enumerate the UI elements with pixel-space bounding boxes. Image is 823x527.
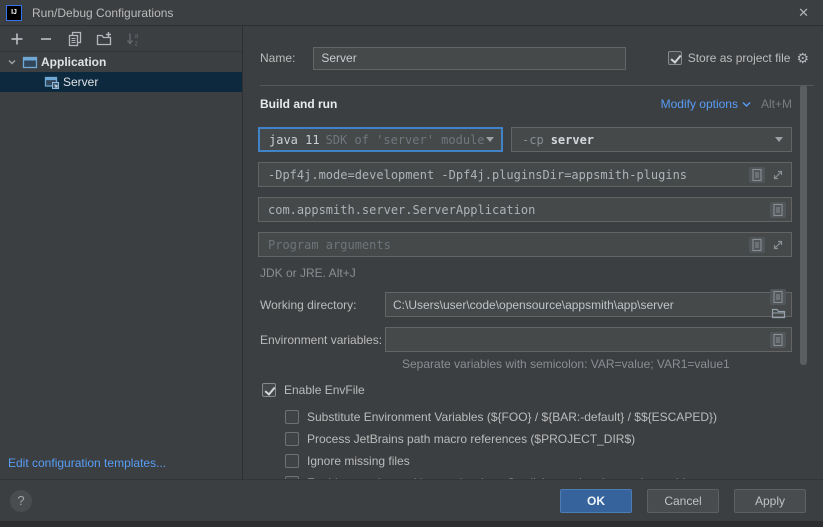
help-button[interactable]: ? [10, 490, 32, 512]
application-icon [22, 54, 38, 70]
ok-button[interactable]: OK [560, 489, 632, 513]
experimental-integration-row: Enable experimental integration (e.g. Gr… [285, 474, 692, 479]
store-as-project-file-group: Store as project file ⚙ [668, 50, 809, 67]
combo-arrow-icon[interactable] [486, 137, 494, 142]
copy-configuration-icon[interactable] [67, 31, 83, 47]
jdk-combobox-hint: SDK of 'server' module [326, 133, 485, 147]
configurations-tree: Application Server [0, 52, 242, 92]
tree-item-server[interactable]: Server [0, 72, 242, 92]
program-arguments-input[interactable] [268, 238, 743, 252]
path-macro-label: Process JetBrains path macro references … [307, 432, 635, 446]
substitute-env-vars-row: Substitute Environment Variables (${FOO}… [285, 408, 717, 426]
main-class-field [258, 197, 792, 222]
path-macro-row: Process JetBrains path macro references … [285, 430, 635, 448]
jdk-and-classpath-row: java 11 SDK of 'server' module -cp serve… [258, 127, 792, 152]
vm-options-input[interactable] [268, 168, 743, 182]
svg-text:z: z [135, 40, 139, 47]
dialog-title: Run/Debug Configurations [32, 6, 173, 20]
jdk-hint: JDK or JRE. Alt+J [260, 266, 356, 280]
main-class-input[interactable] [268, 203, 764, 217]
classpath-prefix: -cp [522, 133, 544, 147]
tree-group-application[interactable]: Application [0, 52, 242, 72]
environment-variables-hint: Separate variables with semicolon: VAR=v… [402, 357, 730, 371]
tree-item-label: Server [63, 75, 98, 89]
configurations-sidebar: a z Application [0, 26, 243, 479]
section-title: Build and run [260, 97, 337, 111]
program-arguments-field [258, 232, 792, 257]
cancel-button[interactable]: Cancel [647, 489, 719, 513]
path-macro-checkbox[interactable] [285, 432, 299, 446]
application-run-config-icon [44, 74, 60, 90]
section-separator [260, 85, 814, 86]
name-row: Name: Store as project file ⚙ [260, 46, 809, 70]
classpath-value: server [551, 133, 594, 147]
ignore-missing-files-checkbox[interactable] [285, 454, 299, 468]
intellij-logo-icon: IJ [6, 5, 22, 21]
add-icon[interactable] [9, 31, 25, 47]
experimental-integration-checkbox[interactable] [285, 476, 299, 479]
working-directory-input[interactable] [393, 298, 770, 312]
dialog-titlebar: IJ Run/Debug Configurations ✕ [0, 0, 823, 26]
experimental-integration-label: Enable experimental integration (e.g. Gr… [307, 476, 692, 479]
working-directory-label: Working directory: [260, 298, 385, 312]
ignore-missing-files-label: Ignore missing files [307, 454, 410, 468]
combo-arrow-icon[interactable] [775, 137, 783, 142]
browse-class-icon[interactable] [770, 202, 786, 218]
store-as-project-file-checkbox[interactable] [668, 51, 682, 65]
enable-envfile-label: Enable EnvFile [284, 383, 365, 397]
jdk-combobox[interactable]: java 11 SDK of 'server' module [258, 127, 503, 152]
insert-macros-icon[interactable] [770, 289, 786, 305]
close-icon[interactable]: ✕ [794, 4, 813, 21]
tree-group-label: Application [41, 55, 106, 69]
background-strip [0, 521, 823, 527]
insert-macros-icon[interactable] [749, 237, 765, 253]
substitute-env-vars-label: Substitute Environment Variables (${FOO}… [307, 410, 717, 424]
store-as-project-file-label: Store as project file [688, 51, 791, 65]
enable-envfile-checkbox[interactable] [262, 383, 276, 397]
dialog-footer: ? OK Cancel Apply [0, 479, 823, 521]
remove-icon[interactable] [38, 31, 54, 47]
configurations-toolbar: a z [0, 26, 242, 52]
ignore-missing-files-row: Ignore missing files [285, 452, 410, 470]
apply-button[interactable]: Apply [734, 489, 806, 513]
name-label: Name: [260, 51, 295, 65]
modify-options-label: Modify options [661, 97, 738, 111]
edit-configuration-templates-link[interactable]: Edit configuration templates... [8, 456, 166, 470]
gear-icon[interactable]: ⚙ [796, 50, 809, 67]
name-input[interactable] [313, 47, 626, 70]
modify-options-link[interactable]: Modify options [661, 97, 751, 111]
vertical-scrollbar-thumb[interactable] [800, 85, 807, 365]
build-and-run-header: Build and run Modify options Alt+M [260, 97, 792, 111]
environment-variables-label: Environment variables: [260, 333, 385, 347]
working-directory-row: Working directory: [260, 292, 792, 317]
expand-field-icon[interactable] [770, 237, 786, 253]
jdk-combobox-value: java 11 [269, 133, 320, 147]
substitute-env-vars-checkbox[interactable] [285, 410, 299, 424]
sort-configurations-icon[interactable]: a z [125, 31, 141, 47]
configuration-form: Name: Store as project file ⚙ Build and … [243, 26, 823, 479]
chevron-down-icon[interactable] [6, 56, 18, 68]
environment-variables-row: Environment variables: [260, 327, 792, 352]
expand-field-icon[interactable] [770, 167, 786, 183]
edit-variables-icon[interactable] [770, 332, 786, 348]
chevron-down-icon [742, 101, 751, 108]
run-debug-configurations-dialog: IJ Run/Debug Configurations ✕ [0, 0, 823, 527]
environment-variables-input[interactable] [393, 333, 770, 347]
svg-text:a: a [135, 33, 139, 40]
new-folder-icon[interactable] [96, 31, 112, 47]
insert-macros-icon[interactable] [749, 167, 765, 183]
browse-folder-icon[interactable] [770, 305, 786, 321]
vm-options-field [258, 162, 792, 187]
classpath-combobox[interactable]: -cp server [511, 127, 792, 152]
enable-envfile-row: Enable EnvFile [262, 381, 365, 399]
modify-options-shortcut: Alt+M [761, 97, 792, 111]
